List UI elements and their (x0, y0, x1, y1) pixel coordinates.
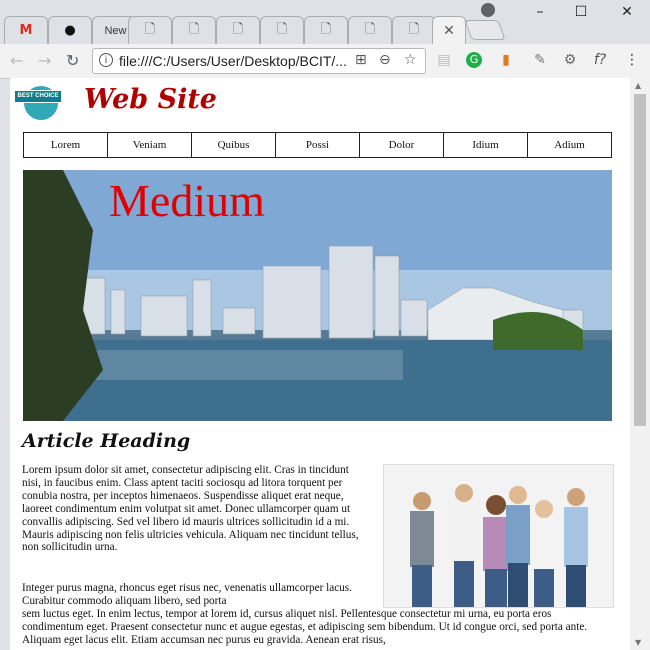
eyedropper-icon[interactable]: ✎ (532, 52, 548, 68)
scrollbar-thumb[interactable] (634, 94, 646, 426)
tab-page[interactable]: 🗋 (172, 16, 216, 44)
github-icon: ● (64, 23, 76, 38)
extension-icon[interactable]: ▮ (498, 52, 514, 68)
page-icon: 🗋 (276, 21, 288, 37)
pdf-extension-icon[interactable]: ▤ (436, 52, 452, 68)
page-icon: 🗋 (232, 21, 244, 37)
tab-page[interactable]: 🗋 (392, 16, 436, 44)
page-icon: 🗋 (144, 21, 156, 37)
address-bar[interactable]: i file:///C:/Users/User/Desktop/BCIT/...… (92, 48, 426, 74)
vertical-scrollbar[interactable]: ▲ ▼ (630, 78, 650, 650)
browser-titlebar: M ● New 🗋 🗋 🗋 🗋 🗋 🗋 🗋 ✕ – ☐ ✕ (0, 0, 650, 44)
article-paragraph-2-rest: sem luctus eget. In enim lectus, tempor … (22, 607, 588, 646)
page-viewport: BEST CHOICE Web Site Lorem Veniam Quibus… (10, 78, 630, 650)
settings-extension-icon[interactable]: ⚙ (562, 52, 578, 68)
hero-title: Medium (109, 175, 265, 226)
nav-item-lorem[interactable]: Lorem (24, 133, 108, 157)
tab-page[interactable]: 🗋 (128, 16, 172, 44)
maximize-icon[interactable]: ☐ (566, 4, 596, 20)
tab-github[interactable]: ● (48, 16, 92, 44)
main-nav: Lorem Veniam Quibus Possi Dolor Idium Ad… (23, 132, 612, 158)
nav-item-dolor[interactable]: Dolor (360, 133, 444, 157)
page-icon: 🗋 (364, 21, 376, 37)
tab-page[interactable]: 🗋 (260, 16, 304, 44)
site-title: Web Site (84, 84, 217, 115)
gmail-icon: M (19, 23, 33, 38)
profile-icon[interactable] (481, 3, 495, 17)
info-icon[interactable]: i (99, 53, 113, 67)
nav-item-quibus[interactable]: Quibus (192, 133, 276, 157)
zoom-icon[interactable]: ⊖ (379, 52, 391, 68)
scroll-up-icon[interactable]: ▲ (635, 81, 641, 90)
article-paragraph-1: Lorem ipsum dolor sit amet, consectetur … (22, 464, 359, 554)
article-paragraph-2-start: Integer purus magna, rhoncus eget risus … (22, 582, 352, 607)
logo-text: BEST CHOICE (14, 90, 62, 103)
reload-icon[interactable]: ↻ (66, 51, 79, 70)
address-url[interactable]: file:///C:/Users/User/Desktop/BCIT/... (119, 53, 347, 69)
translate-icon[interactable]: ⊞ (355, 52, 367, 68)
minimize-icon[interactable]: – (525, 4, 555, 20)
article-heading: Article Heading (22, 430, 191, 452)
back-icon[interactable]: ← (10, 51, 23, 70)
tab-label: New (104, 24, 127, 37)
menu-icon[interactable]: ⋮ (624, 52, 640, 68)
function-icon[interactable]: f? (592, 52, 608, 68)
browser-toolbar: ← → ↻ i file:///C:/Users/User/Desktop/BC… (0, 44, 650, 79)
tab-page[interactable]: 🗋 (348, 16, 392, 44)
nav-item-adium[interactable]: Adium (528, 133, 611, 157)
scroll-down-icon[interactable]: ▼ (635, 638, 641, 647)
bookmark-star-icon[interactable]: ☆ (404, 52, 417, 68)
page-icon: 🗋 (408, 21, 420, 37)
tab-gmail[interactable]: M (4, 16, 48, 44)
close-tab-icon[interactable]: ✕ (443, 23, 455, 39)
article-paragraph-2: Integer purus magna, rhoncus eget risus … (22, 582, 612, 647)
window-close-icon[interactable]: ✕ (612, 4, 642, 20)
grammarly-icon[interactable]: G (466, 52, 482, 68)
tab-page[interactable]: 🗋 (304, 16, 348, 44)
new-tab-button[interactable] (464, 20, 506, 40)
tab-page[interactable]: 🗋 (216, 16, 260, 44)
nav-item-idium[interactable]: Idium (444, 133, 528, 157)
nav-item-veniam[interactable]: Veniam (108, 133, 192, 157)
nav-item-possi[interactable]: Possi (276, 133, 360, 157)
tab-active[interactable]: ✕ (432, 16, 466, 44)
page-icon: 🗋 (188, 21, 200, 37)
forward-icon[interactable]: → (38, 51, 51, 70)
hero-image: Medium (23, 170, 612, 421)
page-icon: 🗋 (320, 21, 332, 37)
